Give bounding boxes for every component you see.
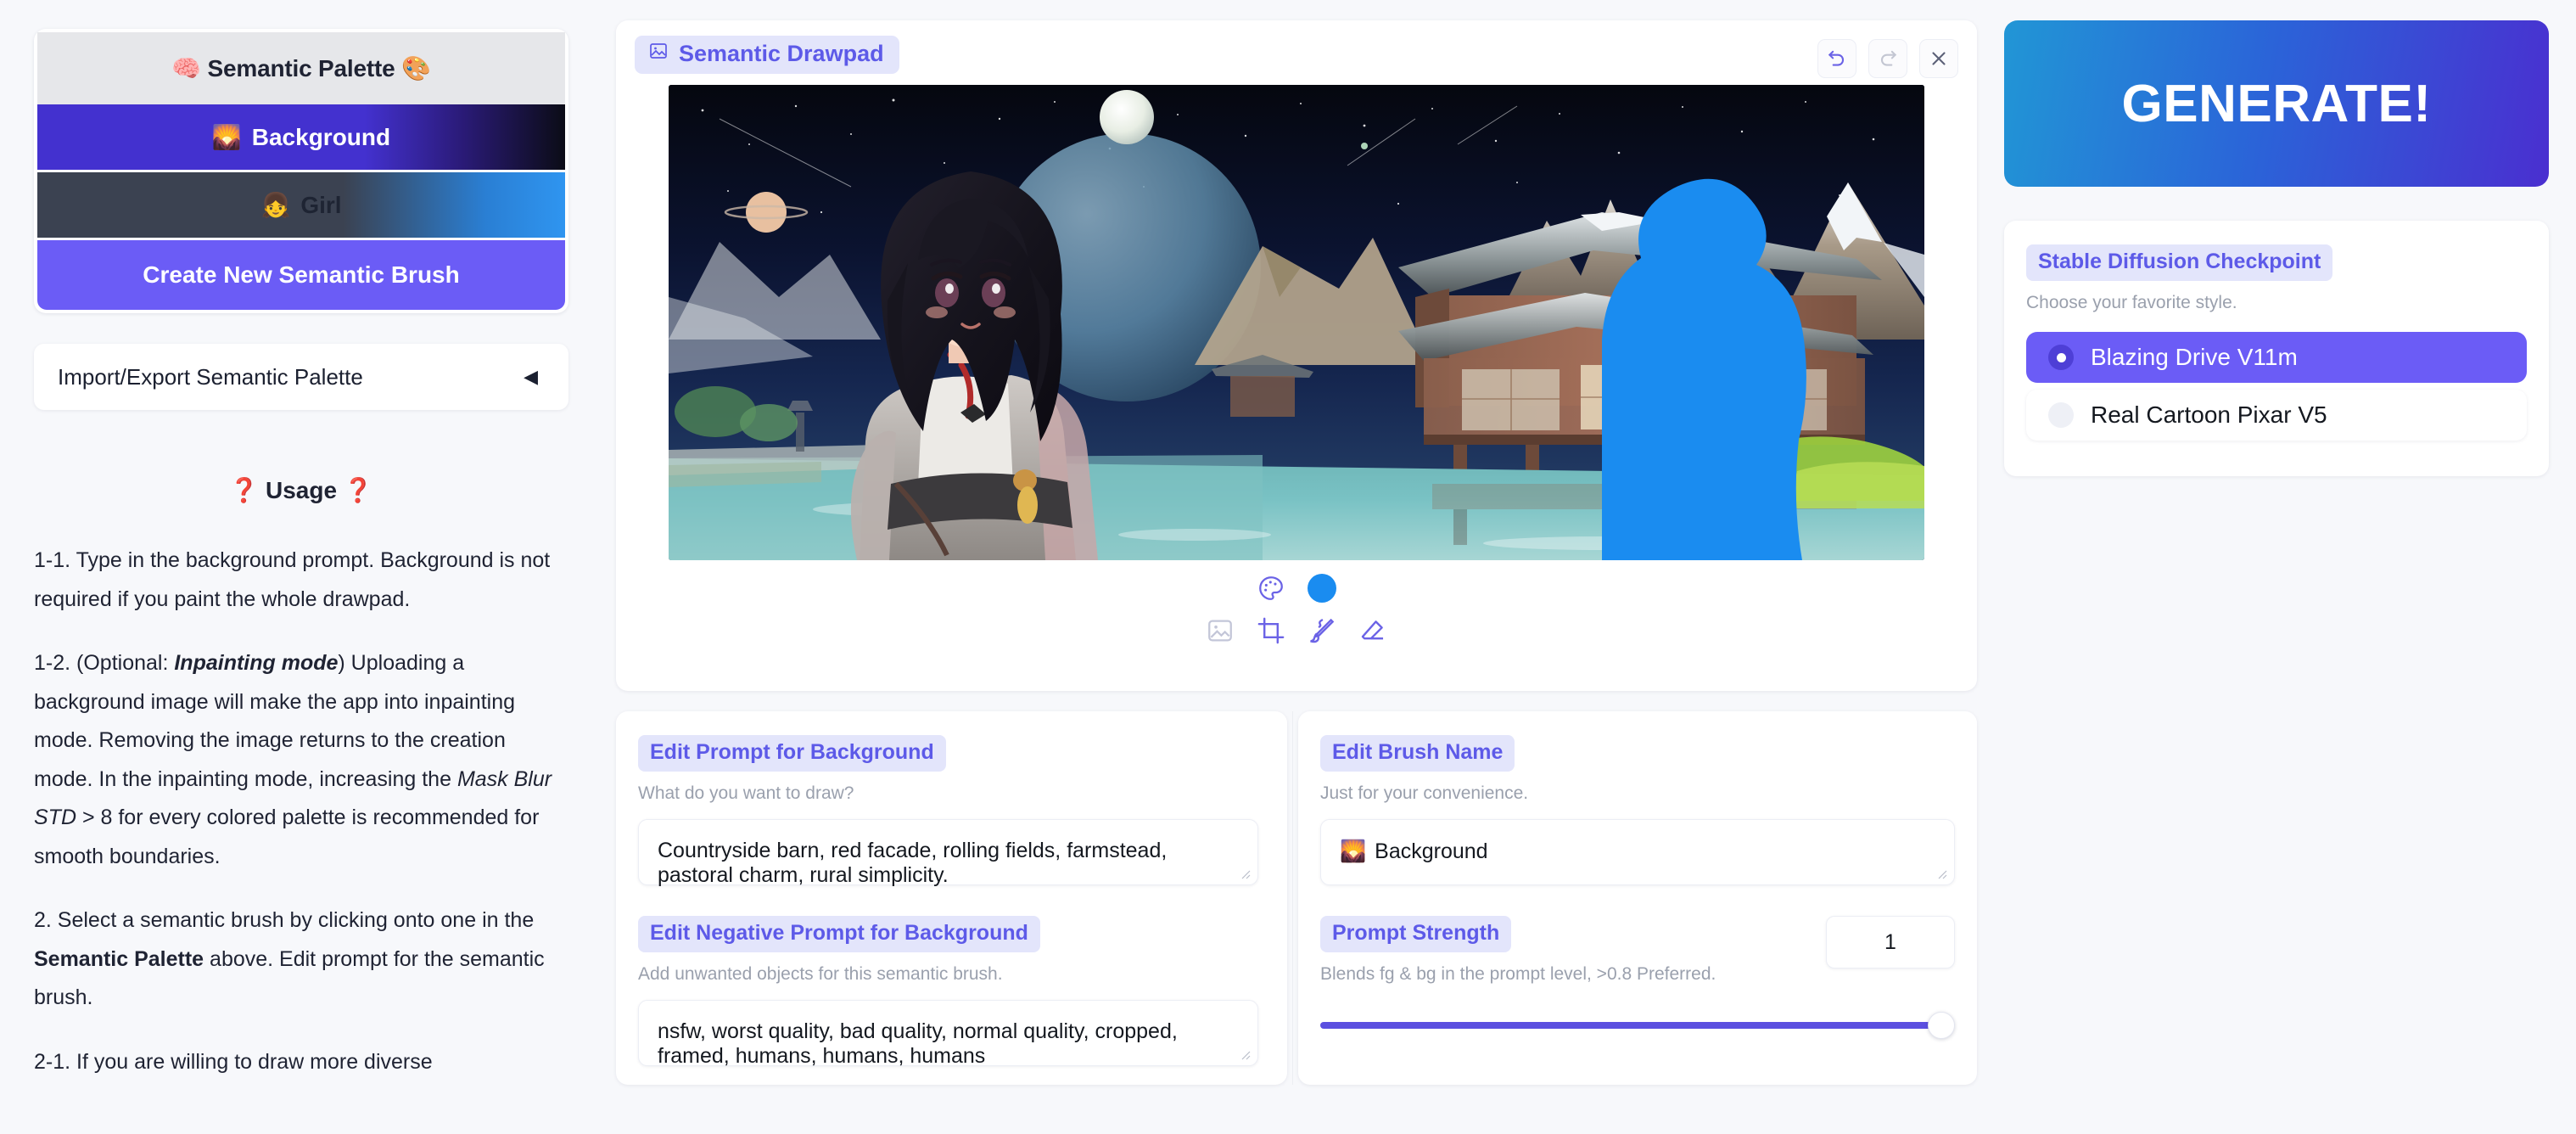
prompt-strength-header: Prompt Strength Blends fg & bg in the pr…	[1320, 916, 1955, 985]
semantic-drawpad-card: Semantic Drawpad	[616, 20, 1977, 691]
drawpad-controls	[1817, 36, 1958, 78]
prompt-input[interactable]: Countryside barn, red facade, rolling fi…	[638, 819, 1258, 887]
usage-instructions: 1-1. Type in the background prompt. Back…	[34, 542, 568, 1081]
usage-paragraph: 1-1. Type in the background prompt. Back…	[34, 548, 551, 611]
checkpoint-option-real-cartoon-pixar[interactable]: Real Cartoon Pixar V5	[2026, 390, 2527, 441]
drawpad-canvas[interactable]	[669, 85, 1924, 560]
brain-icon: 🧠	[171, 54, 201, 82]
drawpad-toolbar-row-bottom	[1206, 616, 1387, 645]
eraser-icon[interactable]	[1358, 616, 1387, 645]
crop-icon[interactable]	[1257, 616, 1285, 645]
edit-prompt-pill: Edit Prompt for Background	[638, 735, 946, 772]
stable-diffusion-checkpoint-card: Stable Diffusion Checkpoint Choose your …	[2004, 221, 2549, 476]
usage-paragraph: 2. Select a semantic brush by clicking o…	[34, 908, 545, 1009]
drawpad-header: Semantic Drawpad	[635, 36, 1958, 80]
usage-heading: ❓ Usage ❓	[34, 476, 568, 504]
brush-settings-panel: Edit Brush Name Just for your convenienc…	[1298, 711, 1977, 1085]
negative-prompt-input[interactable]: nsfw, worst quality, bad quality, normal…	[638, 1000, 1258, 1068]
usage-paragraph: 1-2. (Optional: Inpainting mode) Uploadi…	[34, 651, 552, 868]
prompt-strength-slider[interactable]	[1320, 1012, 1955, 1039]
palette-icon[interactable]	[1257, 574, 1285, 603]
drawpad-title-text: Semantic Drawpad	[679, 41, 884, 66]
palette-brush-girl-label: Girl	[300, 191, 342, 218]
canvas-wrap	[635, 85, 1958, 560]
canvas-scene	[669, 85, 1924, 560]
radio-unselected-icon	[2048, 402, 2074, 428]
brush-name-input-value: Background	[1375, 839, 1488, 863]
prompt-strength-number-input[interactable]: 1	[1826, 916, 1955, 968]
question-mark-icon-left: ❓	[229, 477, 260, 503]
checkpoint-option-blazing-drive-label: Blazing Drive V11m	[2091, 344, 2298, 370]
resize-grip-icon	[1241, 1051, 1251, 1060]
checkpoint-option-real-cartoon-pixar-label: Real Cartoon Pixar V5	[2091, 401, 2327, 428]
redo-button[interactable]	[1868, 39, 1907, 78]
create-new-semantic-brush-button[interactable]: Create New Semantic Brush	[37, 240, 565, 310]
palette-brush-girl[interactable]: 👧 Girl	[37, 172, 565, 240]
edit-negative-prompt-pill: Edit Negative Prompt for Background	[638, 916, 1040, 952]
palette-brush-background-label: Background	[251, 123, 391, 150]
sunrise-over-mountains-icon: 🌄	[211, 123, 242, 151]
brush-name-input[interactable]: 🌄 Background	[1320, 819, 1955, 885]
prompt-strength-pill: Prompt Strength	[1320, 916, 1512, 952]
checkpoint-radio-list: Blazing Drive V11m Real Cartoon Pixar V5	[2026, 332, 2527, 441]
upload-image-icon[interactable]	[1206, 616, 1235, 645]
center-panel: Semantic Drawpad Edit Prompt for Backgro…	[602, 0, 1991, 1134]
prompt-row: Edit Prompt for Background What do you w…	[616, 711, 1977, 1085]
drawpad-title: Semantic Drawpad	[635, 36, 899, 74]
import-export-semantic-palette-accordion[interactable]: Import/Export Semantic Palette ◀	[34, 344, 568, 410]
image-icon	[648, 41, 669, 67]
sunrise-over-mountains-icon: 🌄	[1340, 839, 1367, 863]
right-panel: GENERATE! Stable Diffusion Checkpoint Ch…	[1991, 0, 2576, 1134]
close-button[interactable]	[1919, 39, 1958, 78]
panel-divider	[1292, 711, 1293, 1085]
semantic-palette-title-text: Semantic Palette	[207, 55, 395, 81]
palette-brush-background[interactable]: 🌄 Background	[37, 104, 565, 172]
question-mark-icon-right: ❓	[343, 477, 373, 503]
drawpad-toolbar-row-top	[1257, 574, 1336, 603]
import-export-label: Import/Export Semantic Palette	[58, 363, 363, 390]
drawpad-toolbar	[635, 574, 1958, 645]
prompt-strength-slider-fill	[1320, 1022, 1943, 1029]
prompt-strength-value: 1	[1884, 929, 1896, 954]
undo-button[interactable]	[1817, 39, 1856, 78]
edit-brush-name-hint: Just for your convenience.	[1320, 783, 1529, 803]
resize-grip-icon	[1241, 870, 1251, 879]
prompt-editor-panel: Edit Prompt for Background What do you w…	[616, 711, 1287, 1085]
prompt-input-value: Countryside barn, red facade, rolling fi…	[658, 839, 1168, 887]
prompt-strength-hint: Blends fg & bg in the prompt level, >0.8…	[1320, 964, 1716, 984]
edit-prompt-hint: What do you want to draw?	[638, 783, 854, 803]
left-panel: 🧠 Semantic Palette 🎨 🌄 Background 👧 Girl…	[0, 0, 602, 1134]
artist-palette-icon: 🎨	[401, 54, 431, 82]
checkpoint-pill: Stable Diffusion Checkpoint	[2026, 244, 2333, 281]
usage-paragraph: 2-1. If you are willing to draw more div…	[34, 1049, 433, 1074]
prompt-strength-slider-knob[interactable]	[1928, 1012, 1955, 1039]
semantic-palette-app: 🧠 Semantic Palette 🎨 🌄 Background 👧 Girl…	[0, 0, 2576, 1134]
generate-button[interactable]: GENERATE!	[2004, 20, 2549, 187]
semantic-palette-title: 🧠 Semantic Palette 🎨	[37, 32, 565, 104]
radio-selected-icon	[2048, 345, 2074, 370]
semantic-palette-card: 🧠 Semantic Palette 🎨 🌄 Background 👧 Girl…	[34, 29, 568, 313]
girl-icon: 👧	[260, 191, 291, 219]
edit-negative-prompt-hint: Add unwanted objects for this semantic b…	[638, 964, 1003, 984]
caret-left-icon: ◀	[524, 366, 538, 387]
color-dot-icon[interactable]	[1308, 574, 1336, 603]
resize-grip-icon	[1938, 870, 1947, 879]
checkpoint-option-blazing-drive[interactable]: Blazing Drive V11m	[2026, 332, 2527, 383]
usage-heading-text: Usage	[265, 477, 338, 503]
checkpoint-hint: Choose your favorite style.	[2026, 293, 2237, 312]
negative-prompt-input-value: nsfw, worst quality, bad quality, normal…	[658, 1019, 1178, 1068]
brush-icon[interactable]	[1308, 616, 1336, 645]
edit-brush-name-pill: Edit Brush Name	[1320, 735, 1515, 772]
